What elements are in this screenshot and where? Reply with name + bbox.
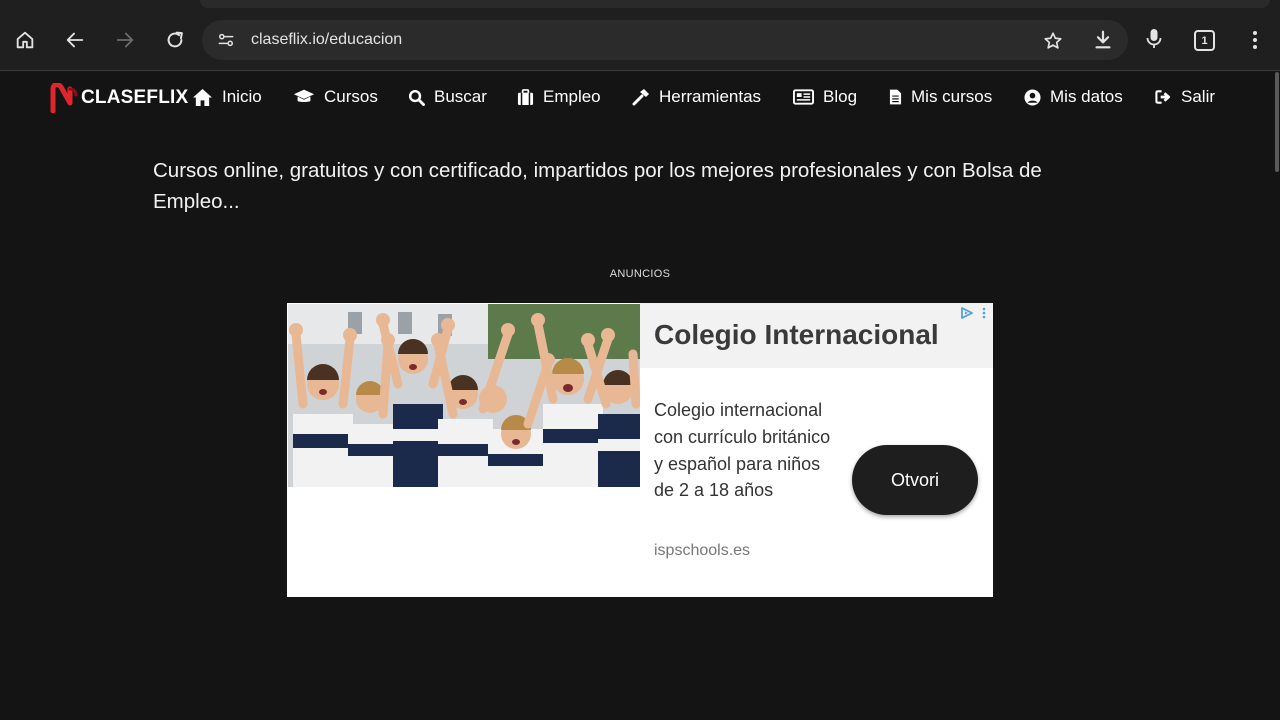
briefcase-icon bbox=[517, 88, 534, 105]
nav-mis-cursos[interactable]: Mis cursos bbox=[889, 87, 992, 107]
hammer-icon bbox=[632, 89, 649, 106]
ad-description[interactable]: Colegio internacional con currículo brit… bbox=[654, 397, 844, 504]
nav-label: Cursos bbox=[324, 87, 378, 106]
tab-count: 1 bbox=[1194, 30, 1215, 51]
nav-blog[interactable]: Blog bbox=[793, 87, 857, 107]
page-scrollbar[interactable] bbox=[1275, 72, 1279, 172]
nav-label: Empleo bbox=[543, 87, 601, 106]
url-text[interactable]: claseflix.io/educacion bbox=[251, 31, 402, 49]
nav-salir[interactable]: Salir bbox=[1155, 87, 1215, 107]
logo-text: CLASEFLIX bbox=[81, 87, 189, 108]
microphone-icon[interactable] bbox=[1144, 28, 1164, 55]
tab-switcher-button[interactable]: 1 bbox=[1194, 30, 1215, 51]
arrow-right-icon bbox=[116, 32, 134, 48]
user-circle-icon bbox=[1024, 88, 1041, 106]
sign-out-icon bbox=[1155, 90, 1171, 104]
ad-banner[interactable]: Colegio Internacional Colegio internacio… bbox=[287, 303, 993, 597]
graduation-cap-icon bbox=[293, 89, 315, 103]
site-navbar: CLASEFLIX Inicio Cursos Buscar Empleo He… bbox=[0, 71, 1280, 125]
tab-strip bbox=[200, 0, 1270, 8]
site-info-icon[interactable] bbox=[216, 30, 236, 55]
claseflix-logo[interactable]: CLASEFLIX bbox=[50, 83, 188, 113]
ad-title-band[interactable]: Colegio Internacional bbox=[640, 303, 993, 368]
forward-button[interactable] bbox=[109, 24, 141, 56]
nav-label: Inicio bbox=[222, 87, 262, 106]
reload-button[interactable] bbox=[159, 24, 191, 56]
browser-menu-icon[interactable] bbox=[1252, 30, 1258, 55]
search-icon bbox=[408, 89, 425, 106]
nav-label: Mis datos bbox=[1050, 87, 1123, 106]
reload-icon bbox=[167, 31, 183, 48]
home-icon bbox=[193, 88, 212, 106]
browser-toolbar: claseflix.io/educacion 1 bbox=[0, 0, 1280, 70]
home-button[interactable] bbox=[9, 24, 41, 56]
newspaper-icon bbox=[793, 89, 814, 105]
download-icon[interactable] bbox=[1092, 29, 1114, 56]
back-button[interactable] bbox=[59, 24, 91, 56]
ad-domain[interactable]: ispschools.es bbox=[654, 542, 750, 560]
ad-choices-icon[interactable] bbox=[960, 306, 974, 324]
ad-menu-icon[interactable] bbox=[982, 306, 986, 324]
nav-label: Blog bbox=[823, 87, 858, 106]
claseflix-logo-mark bbox=[50, 83, 78, 113]
nav-cursos[interactable]: Cursos bbox=[293, 87, 378, 107]
ad-image[interactable] bbox=[288, 304, 640, 487]
ad-cta-button[interactable]: Otvori bbox=[852, 445, 978, 515]
nav-inicio[interactable]: Inicio bbox=[192, 87, 262, 107]
nav-buscar[interactable]: Buscar bbox=[408, 87, 487, 107]
ad-title[interactable]: Colegio Internacional bbox=[654, 319, 939, 351]
nav-mis-datos[interactable]: Mis datos bbox=[1024, 87, 1123, 107]
nav-label: Herramientas bbox=[659, 87, 762, 106]
nav-label: Mis cursos bbox=[911, 87, 993, 106]
home-icon bbox=[16, 31, 34, 49]
file-icon bbox=[889, 89, 902, 105]
arrow-left-icon bbox=[66, 32, 84, 48]
nav-herramientas[interactable]: Herramientas bbox=[632, 87, 761, 107]
nav-empleo[interactable]: Empleo bbox=[517, 87, 601, 107]
bookmark-star-icon[interactable] bbox=[1042, 30, 1064, 57]
nav-label: Buscar bbox=[434, 87, 487, 106]
address-bar[interactable]: claseflix.io/educacion bbox=[202, 20, 1128, 60]
ads-label: ANUNCIOS bbox=[609, 268, 671, 280]
page-headline: Cursos online, gratuitos y con certifica… bbox=[153, 159, 1042, 213]
nav-label: Salir bbox=[1181, 87, 1216, 106]
